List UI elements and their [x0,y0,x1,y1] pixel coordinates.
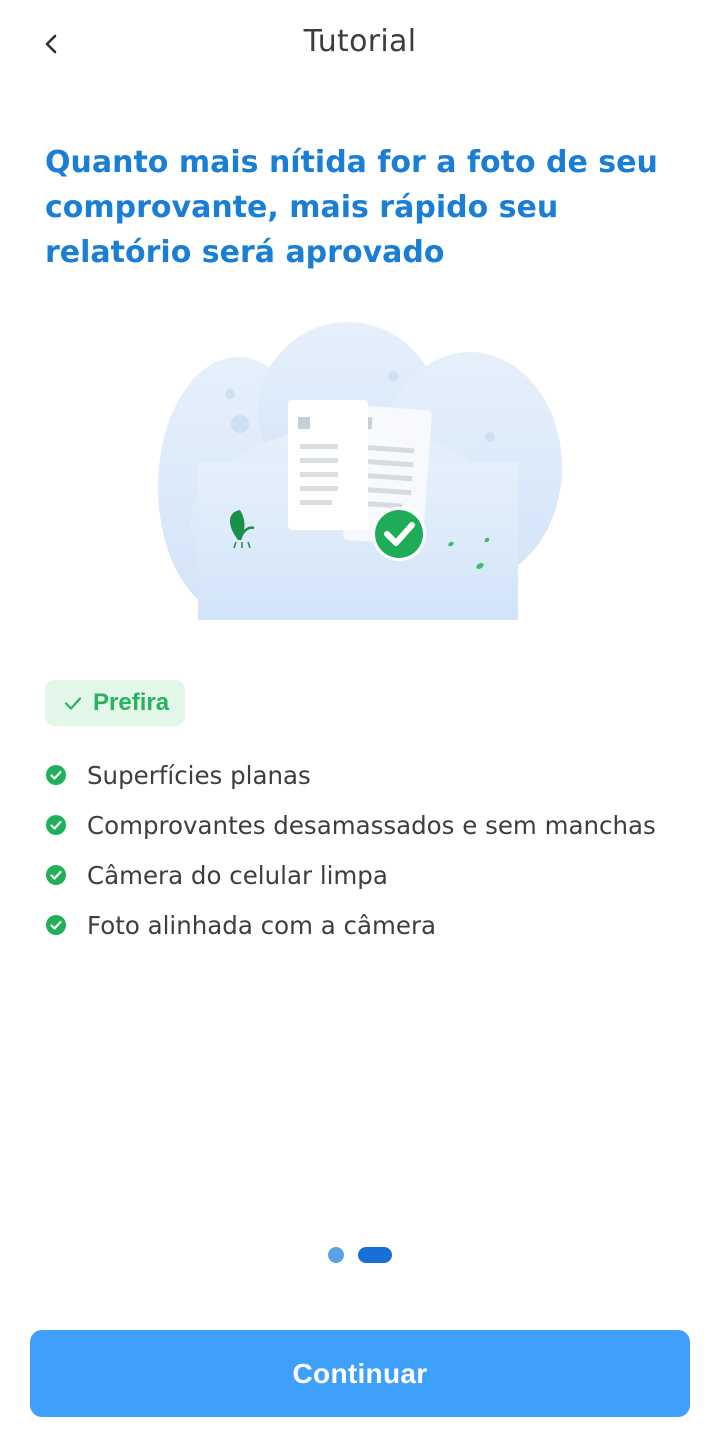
check-circle-icon [46,765,66,785]
check-circle-icon [46,915,66,935]
page-dot-2-active[interactable] [358,1247,392,1263]
page-indicator [0,1247,720,1263]
tutorial-headline: Quanto mais nítida for a foto de seu com… [45,145,658,270]
approved-receipts-illustration [158,322,562,620]
app-header: Tutorial [0,0,720,88]
check-circle-icon [46,815,66,835]
prefer-badge: Prefira [45,680,186,726]
approved-check-icon [372,507,426,561]
tip-item: Comprovantes desamassados e sem manchas [45,800,705,850]
page-title: Tutorial [303,24,417,59]
check-circle-icon [46,865,66,885]
prefer-badge-label: Prefira [93,689,170,716]
tip-item: Superfícies planas [45,750,705,800]
continue-button[interactable]: Continuar [30,1330,690,1417]
check-icon [64,697,82,710]
page-dot-1[interactable] [328,1247,344,1263]
tip-item: Foto alinhada com a câmera [45,900,705,950]
tip-item: Câmera do celular limpa [45,850,705,900]
tips-list: Superfícies planas Comprovantes desamass… [45,750,705,950]
receipt-front [288,400,368,530]
tip-text: Câmera do celular limpa [87,860,388,890]
tip-text: Comprovantes desamassados e sem manchas [87,810,656,840]
tip-text: Foto alinhada com a câmera [87,910,437,940]
tip-text: Superfícies planas [87,760,311,790]
